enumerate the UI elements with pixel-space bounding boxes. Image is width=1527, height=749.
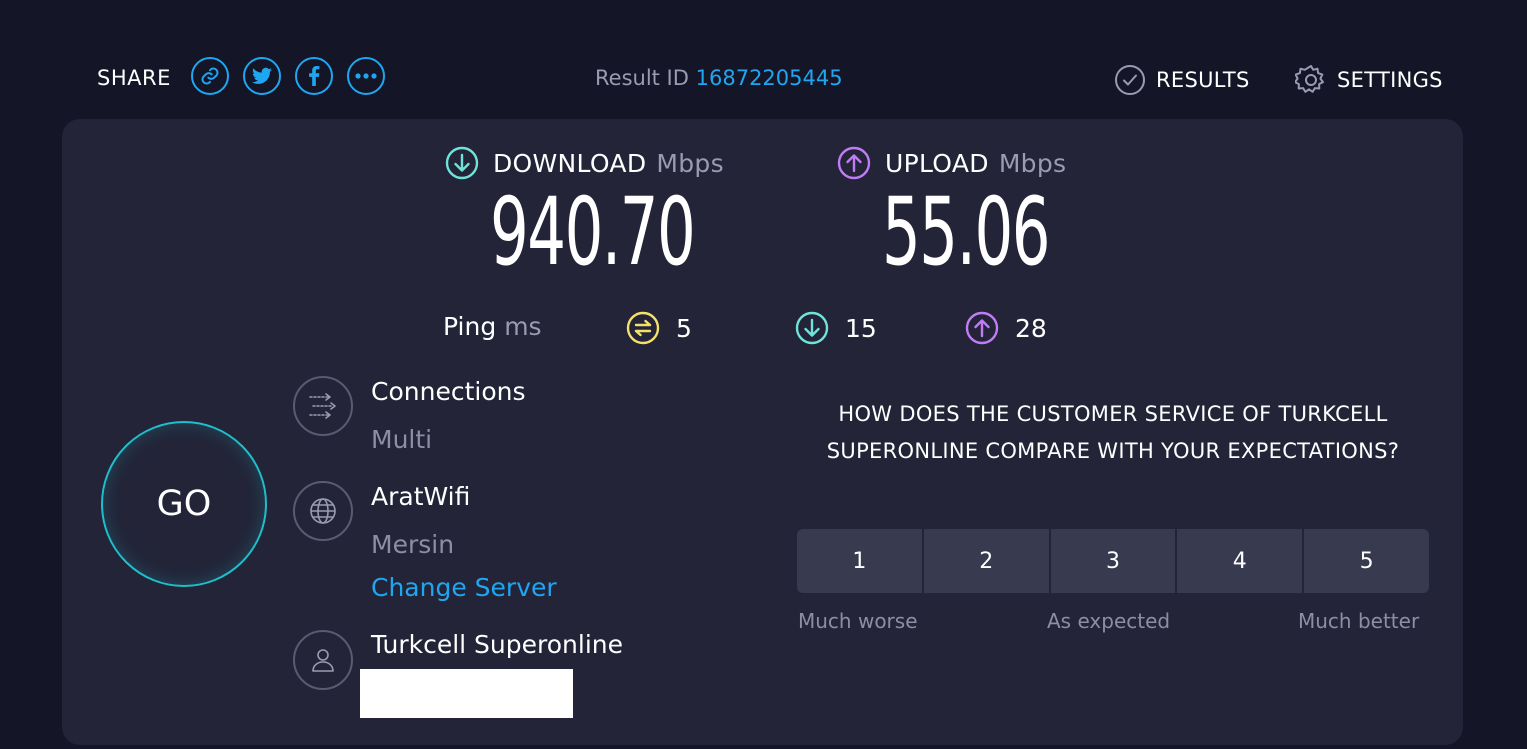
result-id-link[interactable]: 16872205445 [696,66,843,90]
more-icon [355,73,377,79]
ping-unit: ms [504,312,542,341]
server-location: Mersin [371,530,455,559]
redacted-ip-block [360,669,573,718]
change-server-link[interactable]: Change Server [371,573,557,602]
rating-option-5[interactable]: 5 [1304,529,1429,593]
check-circle-icon [1115,65,1145,95]
scale-low-label: Much worse [798,609,918,633]
upload-latency-icon [965,311,999,345]
go-button[interactable]: GO [101,421,267,587]
rating-option-2[interactable]: 2 [923,529,1051,593]
upload-arrow-icon [837,146,871,180]
rating-option-1[interactable]: 1 [797,529,924,593]
ping-download: 15 [795,311,877,345]
gear-icon [1295,65,1324,93]
server-name: AratWifi [371,482,471,511]
provider-icon-wrap [293,630,353,690]
ping-upload: 28 [965,311,1047,345]
connections-value: Multi [371,425,433,454]
scale-high-label: Much better [1298,609,1420,633]
server-icon-wrap [293,481,353,541]
settings-label: SETTINGS [1337,68,1443,92]
results-label: RESULTS [1156,68,1250,92]
survey-question: HOW DOES THE CUSTOMER SERVICE OF TURKCEL… [826,402,1400,463]
share-twitter-button[interactable] [243,57,281,95]
download-label: DOWNLOAD [493,148,647,178]
idle-latency-icon [626,311,660,345]
share-link-button[interactable] [191,57,229,95]
ping-label-text: Ping [443,312,497,341]
rating-scale: 1 2 3 4 5 [797,529,1429,593]
provider-name: Turkcell Superonline [371,630,623,659]
link-icon [201,67,219,85]
connections-icon [309,393,336,419]
user-icon [312,649,334,672]
results-button[interactable]: RESULTS [1114,64,1250,96]
share-facebook-button[interactable] [295,57,333,95]
ping-download-value: 15 [845,313,877,343]
connections-title: Connections [371,377,526,406]
ping-idle-value: 5 [676,313,692,343]
upload-label: UPLOAD [885,148,989,178]
upload-speed: 55.06 [882,178,1051,287]
download-header: DOWNLOAD Mbps [445,146,724,180]
download-latency-icon [795,311,829,345]
rating-option-3[interactable]: 3 [1050,529,1178,593]
facebook-icon [309,66,320,86]
settings-button[interactable]: SETTINGS [1295,64,1443,96]
result-id-label: Result ID [595,66,689,90]
share-label: SHARE [97,66,171,90]
download-speed: 940.70 [490,178,696,287]
scale-mid-label: As expected [1047,609,1171,633]
rating-option-4[interactable]: 4 [1177,529,1305,593]
ping-label: Ping ms [443,312,542,341]
upload-unit: Mbps [998,148,1067,178]
upload-header: UPLOAD Mbps [837,146,1066,180]
share-more-button[interactable] [347,57,385,95]
ping-upload-value: 28 [1015,313,1047,343]
ping-idle: 5 [626,311,692,345]
twitter-icon [252,67,272,84]
download-unit: Mbps [656,148,724,178]
connections-icon-wrap [293,376,353,436]
download-arrow-icon [445,146,479,180]
globe-icon [310,498,336,524]
result-id: Result ID 16872205445 [595,66,843,90]
